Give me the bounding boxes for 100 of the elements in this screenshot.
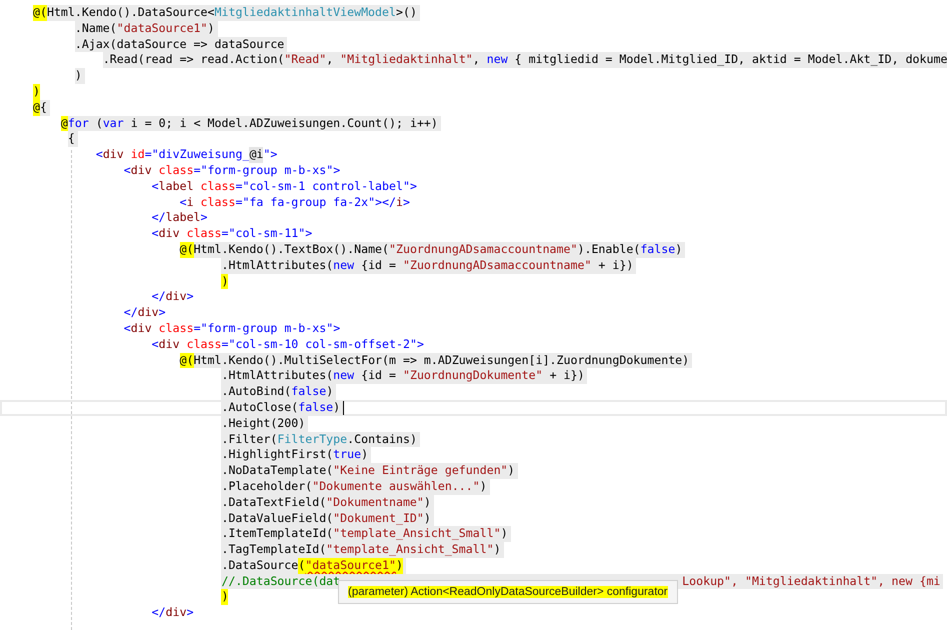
code-token: "fa fa-group fa-2x": [242, 194, 376, 210]
code-token: class: [200, 178, 236, 195]
code-token: div: [166, 289, 187, 306]
code-token: label: [166, 210, 201, 226]
code-token: label: [158, 178, 194, 195]
code-token: "Mitgliedaktinhalt": [340, 52, 473, 68]
code-token: =: [222, 336, 228, 353]
code-token: "dataSource1": [116, 20, 208, 37]
code-token: Html.Kendo().TextBox().Name(: [194, 242, 390, 258]
code-token: ): [33, 84, 40, 100]
code-token: ": [263, 147, 270, 163]
code-token: .Placeholder(: [221, 478, 312, 495]
code-token: "ZuordnungADsamaccountname": [389, 242, 578, 258]
code-token: //.DataSource(dat: [221, 574, 340, 590]
code-token: ): [508, 463, 515, 479]
code-token: .Height(200): [221, 416, 306, 432]
code-token: </: [152, 289, 166, 306]
code-token: <: [152, 336, 159, 353]
code-token: ,: [326, 52, 334, 68]
code-token: .AutoClose(: [221, 400, 298, 416]
code-token: <: [152, 178, 159, 195]
code-token: ): [221, 589, 228, 606]
code-token: "Dokumentname": [326, 494, 424, 510]
code-token: @: [60, 116, 68, 132]
code-token: Lookup", "Mitgliedaktinhalt", new {mi: [682, 574, 940, 590]
code-token: </: [124, 305, 138, 321]
code-token: @: [33, 100, 40, 116]
code-token: ): [500, 526, 508, 542]
code-token: </: [152, 210, 166, 226]
code-token: Html.Kendo().DataSource<: [46, 5, 214, 21]
code-token: "ZuordnungADsamaccountname": [402, 258, 592, 274]
code-token: =: [144, 147, 152, 163]
code-token: .HtmlAttributes(: [221, 368, 334, 384]
code-token: .Read(read => read.Action(: [102, 52, 284, 68]
code-token: "col-sm-10 col-sm-offset-2": [228, 336, 417, 353]
code-token: id: [130, 147, 145, 163]
code-token: div: [166, 605, 187, 622]
code-token: >(): [396, 5, 417, 21]
code-token: =: [194, 320, 201, 337]
text-caret: [343, 400, 344, 415]
code-token: >: [158, 305, 166, 321]
code-token: =: [235, 194, 242, 210]
code-token: ): [424, 494, 431, 510]
code-token: =: [235, 178, 242, 195]
code-token: >: [403, 194, 410, 210]
code-token: >: [186, 605, 194, 622]
code-token: <: [124, 162, 131, 179]
code-token: >: [410, 178, 417, 195]
code-token: ): [326, 384, 334, 400]
code-token: ): [74, 68, 82, 84]
code-token: class: [158, 320, 194, 337]
code-token: "divZuweisung_: [152, 147, 250, 163]
code-token: ): [361, 447, 368, 464]
code-token: =: [194, 162, 201, 179]
code-token: .Name(: [74, 20, 117, 37]
code-token: false: [291, 384, 326, 400]
code-token: "template_Ansicht_Small": [326, 542, 494, 558]
code-token: div: [158, 336, 180, 353]
code-token: {: [40, 100, 47, 116]
code-token: >: [333, 162, 340, 179]
code-token: "col-sm-1 control-label": [242, 178, 410, 195]
code-token: true: [333, 447, 362, 464]
code-token: false: [640, 242, 676, 258]
code-token: ): [675, 242, 682, 258]
code-token: div: [130, 320, 152, 337]
code-token: i = 0; i < Model.ADZuweisungen.Count(); i++): [130, 116, 438, 132]
code-token: class: [200, 194, 236, 210]
code-token: + i}): [597, 258, 634, 274]
code-token: >: [305, 226, 312, 242]
code-token: Html.Kendo().MultiSelectFor(m => m.ADZuweisungen[i].ZuordnungDokumente): [194, 352, 690, 368]
code-token: ,: [472, 52, 481, 68]
code-token: .Ajax(dataSource => dataSource: [74, 36, 284, 52]
code-token: =: [222, 226, 228, 242]
code-token: div: [130, 162, 152, 179]
code-token: "Keine Einträge gefunden": [333, 463, 508, 479]
code-token: .DataSource: [221, 558, 298, 574]
code-token: class: [186, 336, 222, 353]
code-token: div: [158, 226, 180, 242]
code-token: @i: [249, 147, 264, 163]
code-token: >: [200, 210, 208, 226]
code-token: <: [124, 320, 131, 337]
code-token: ): [480, 478, 487, 495]
code-token: .NoDataTemplate(: [221, 463, 334, 479]
code-token: ): [208, 20, 215, 37]
code-token: i: [396, 194, 403, 210]
code-token: <: [96, 147, 103, 163]
code-token: .AutoBind(: [221, 384, 292, 400]
code-token: FilterType: [277, 432, 348, 448]
code-token: .ItemTemplateId(: [221, 526, 334, 542]
code-token: .TagTemplateId(: [221, 542, 326, 558]
code-token: class: [186, 226, 222, 242]
code-token: "Dokumente auswählen...": [312, 478, 480, 495]
code-token: { mitgliedid = Model.Mitglied_ID, aktid = Model.Akt_ID, dokume: [514, 52, 947, 68]
code-token: "form-group m-b-xs": [200, 162, 334, 179]
code-token: @(: [33, 5, 47, 21]
code-token: {id =: [360, 258, 397, 274]
code-token: "Read": [284, 52, 326, 68]
code-token: .DataTextField(: [221, 494, 326, 510]
code-token: ): [494, 542, 501, 558]
code-token: (: [298, 558, 306, 574]
